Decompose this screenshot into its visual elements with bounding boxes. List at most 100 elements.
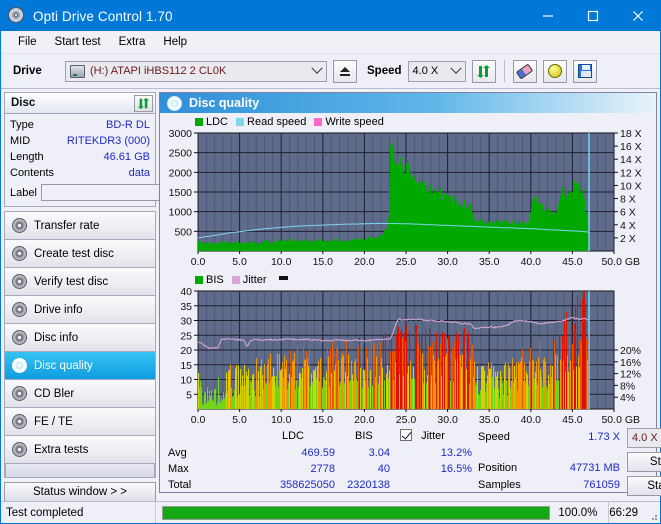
disc-quality-icon bbox=[167, 95, 182, 111]
disc-label-row: Label bbox=[10, 183, 243, 202]
stats-row-avg-bis: 3.04 bbox=[368, 447, 390, 460]
stats-row-max-bis: 40 bbox=[377, 463, 390, 476]
test-nav-list: Transfer rate Create test disc Verify te… bbox=[4, 211, 156, 478]
close-icon[interactable] bbox=[615, 1, 660, 31]
sidebar-item-drive-info[interactable]: Drive info bbox=[5, 296, 155, 324]
status-window-button[interactable]: Status window > > bbox=[4, 482, 156, 502]
stats-row-avg-key: Avg bbox=[168, 447, 187, 460]
legend-label: BIS bbox=[206, 274, 224, 287]
bis-jitter-chart-svg: 5 10 15 20 25 30 35 40 4%8%12%16%20% 0.0 5.0 10.0 15… bbox=[180, 287, 641, 426]
legend-swatch bbox=[231, 276, 240, 285]
svg-text:5: 5 bbox=[186, 389, 192, 401]
legend-label: Write speed bbox=[325, 116, 384, 129]
stats-row-max-jitter: 16.5% bbox=[440, 463, 472, 476]
sidebar-item-disc-quality[interactable]: Disc quality bbox=[5, 352, 155, 380]
disc-row-type-key: Type bbox=[10, 119, 34, 131]
svg-text:10: 10 bbox=[180, 375, 192, 387]
speed-label: Speed bbox=[367, 65, 402, 77]
legend-label: Read speed bbox=[247, 116, 307, 129]
svg-text:12 X: 12 X bbox=[620, 167, 642, 179]
sidebar-item-transfer-rate[interactable]: Transfer rate bbox=[5, 212, 155, 240]
disc-row-contents-key: Contents bbox=[10, 167, 55, 179]
jitter-checkbox-row[interactable]: Jitter bbox=[400, 429, 445, 442]
svg-text:20.0: 20.0 bbox=[354, 256, 375, 268]
disc-panel-header: Disc bbox=[5, 93, 155, 114]
sidebar-item-fe-te[interactable]: FE / TE bbox=[5, 408, 155, 436]
sidebar-item-cd-bler[interactable]: CD Bler bbox=[5, 380, 155, 408]
disc-row-contents: Contents data bbox=[10, 165, 150, 181]
svg-text:1000: 1000 bbox=[169, 207, 193, 219]
disc-row-type: Type BD-R DL bbox=[10, 117, 150, 133]
speed-select-value: 4.0 X bbox=[412, 65, 439, 77]
menu-item-help[interactable]: Help bbox=[154, 33, 196, 51]
sidebar-item-label: FE / TE bbox=[34, 415, 73, 428]
stats-row-total-ldc: 358625050 bbox=[279, 479, 335, 492]
menu-item-start-test[interactable]: Start test bbox=[46, 33, 110, 51]
ldc-chart-svg: 500 1000 1500 2000 2500 3000 2 X4 X6 X8 X10 X 1… bbox=[169, 129, 642, 268]
title-bar: Opti Drive Control 1.70 bbox=[1, 1, 660, 31]
disc-panel: Disc Type BD-R DL MID RITEKDR3 (000) Len… bbox=[4, 92, 243, 207]
minimize-icon[interactable] bbox=[525, 1, 570, 31]
sidebar-item-create-test-disc[interactable]: Create test disc bbox=[5, 240, 155, 268]
jitter-checkbox[interactable] bbox=[400, 429, 412, 442]
legend-swatch bbox=[195, 118, 203, 127]
svg-text:10.0: 10.0 bbox=[271, 256, 292, 268]
refresh-arrows-button[interactable] bbox=[471, 59, 496, 83]
svg-text:6 X: 6 X bbox=[620, 207, 636, 219]
svg-text:0.0: 0.0 bbox=[191, 256, 206, 268]
disc-row-length: Length 46.61 GB bbox=[10, 149, 150, 165]
resize-grip-icon[interactable] bbox=[648, 511, 658, 521]
start-full-button[interactable]: Start full bbox=[627, 452, 661, 473]
disc-extra-icon bbox=[12, 442, 27, 457]
svg-text:15.0: 15.0 bbox=[313, 414, 334, 426]
disc-row-length-key: Length bbox=[10, 151, 44, 163]
chevron-down-icon bbox=[308, 62, 326, 81]
eject-button[interactable] bbox=[333, 59, 357, 83]
application-window: Opti Drive Control 1.70 File Start test … bbox=[0, 0, 661, 524]
content-area: Disc Type BD-R DL MID RITEKDR3 (000) Len… bbox=[1, 89, 661, 502]
disc-refresh-button[interactable] bbox=[134, 94, 153, 112]
legend-entry-bis: BIS bbox=[195, 274, 224, 286]
sidebar-item-label: Create test disc bbox=[34, 247, 114, 260]
drive-select[interactable]: (H:) ATAPI iHBS112 2 CL0K bbox=[65, 60, 327, 82]
disc-transfer-icon bbox=[12, 218, 27, 233]
ldc-chart-legend: LDC Read speed Write speed bbox=[160, 115, 656, 129]
drive-select-value: (H:) ATAPI iHBS112 2 CL0K bbox=[90, 65, 227, 77]
app-disc-icon bbox=[8, 7, 26, 25]
test-speed-select[interactable]: 4.0 X bbox=[627, 428, 661, 449]
svg-text:50.0 GB: 50.0 GB bbox=[601, 256, 640, 268]
bulb-button[interactable] bbox=[542, 59, 567, 83]
svg-text:20: 20 bbox=[180, 345, 192, 357]
sidebar-item-label: Verify test disc bbox=[34, 275, 109, 288]
svg-text:14 X: 14 X bbox=[620, 154, 642, 166]
svg-text:2 X: 2 X bbox=[620, 233, 636, 245]
disc-create-icon bbox=[12, 246, 27, 261]
erase-button[interactable] bbox=[512, 59, 537, 83]
sidebar-item-verify-test-disc[interactable]: Verify test disc bbox=[5, 268, 155, 296]
svg-text:35: 35 bbox=[180, 301, 192, 313]
sidebar-item-label: Disc info bbox=[34, 331, 79, 344]
sidebar-item-extra-tests[interactable]: Extra tests bbox=[5, 436, 155, 464]
svg-text:50.0 GB: 50.0 GB bbox=[601, 414, 640, 426]
legend-marker-icon bbox=[278, 275, 288, 280]
svg-text:15: 15 bbox=[180, 360, 192, 372]
stats-row-total-bis: 2320138 bbox=[347, 479, 390, 492]
stats-position-key: Position bbox=[478, 462, 518, 475]
menu-item-extra[interactable]: Extra bbox=[110, 33, 155, 51]
disc-quality-panel: Disc quality LDC Read speed Write speed … bbox=[159, 92, 661, 497]
start-part-button[interactable]: Start part bbox=[627, 476, 661, 497]
stats-samples-value: 761059 bbox=[583, 479, 620, 492]
floppy-save-icon bbox=[577, 64, 592, 78]
disc-fete-icon bbox=[12, 414, 27, 429]
maximize-icon[interactable] bbox=[570, 1, 615, 31]
svg-text:8%: 8% bbox=[620, 380, 635, 392]
speed-select[interactable]: 4.0 X bbox=[407, 60, 466, 82]
sidebar-item-disc-info[interactable]: Disc info bbox=[5, 324, 155, 352]
drive-icon bbox=[70, 64, 85, 78]
menu-item-file[interactable]: File bbox=[9, 33, 46, 51]
stats-speed-value: 1.73 X bbox=[588, 431, 620, 444]
disc-info-icon bbox=[12, 330, 27, 345]
save-button[interactable] bbox=[572, 59, 597, 83]
sidebar: Disc Type BD-R DL MID RITEKDR3 (000) Len… bbox=[1, 89, 243, 502]
svg-text:16%: 16% bbox=[620, 357, 641, 369]
